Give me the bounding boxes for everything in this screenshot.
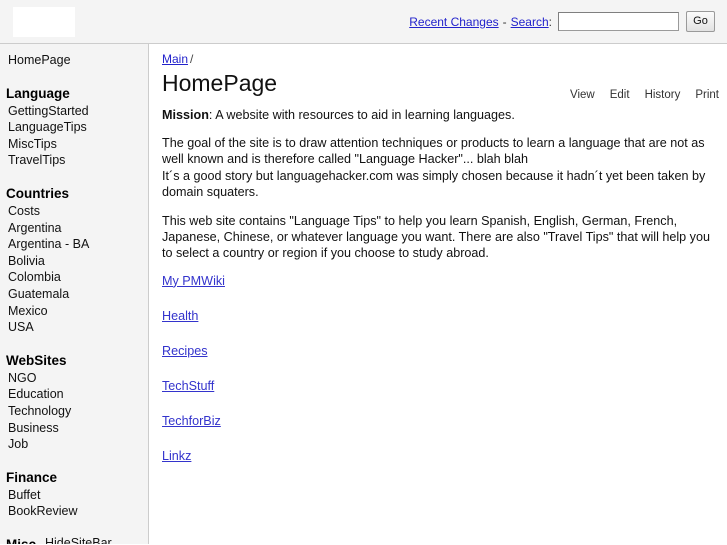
sidebar-item-business[interactable]: Business bbox=[0, 420, 148, 437]
goal-text-line2: It´s a good story but languagehacker.com… bbox=[162, 168, 706, 199]
header-separator: - bbox=[502, 14, 507, 29]
link-my-pmwiki[interactable]: My PMWiki bbox=[162, 274, 225, 288]
link-health[interactable]: Health bbox=[162, 309, 198, 323]
sidebar-item-colombia[interactable]: Colombia bbox=[0, 269, 148, 286]
sidebar-item-gettingstarted[interactable]: GettingStarted bbox=[0, 103, 148, 120]
sidebar-item-bolivia[interactable]: Bolivia bbox=[0, 253, 148, 270]
mission-label: Mission bbox=[162, 108, 209, 122]
action-history[interactable]: History bbox=[645, 89, 681, 101]
search-input[interactable] bbox=[558, 12, 679, 31]
sidebar-heading-finance: Finance bbox=[6, 469, 58, 485]
sidebar-item-ngo[interactable]: NGO bbox=[0, 370, 148, 387]
search-link[interactable]: Search bbox=[511, 15, 549, 29]
sidebar-group-finance: Finance Buffet BookReview bbox=[0, 469, 148, 520]
sidebar-group-websites: WebSites NGO Education Technology Busine… bbox=[0, 352, 148, 453]
content-link-list: My PMWiki Health Recipes TechStuff Techf… bbox=[162, 274, 717, 463]
recent-changes-link[interactable]: Recent Changes bbox=[409, 15, 498, 29]
tips-paragraph: This web site contains "Language Tips" t… bbox=[162, 214, 710, 261]
search-colon: : bbox=[548, 14, 552, 29]
action-view[interactable]: View bbox=[570, 89, 595, 101]
action-print[interactable]: Print bbox=[695, 89, 719, 101]
sidebar-item-bookreview[interactable]: BookReview bbox=[0, 503, 148, 520]
link-techstuff[interactable]: TechStuff bbox=[162, 379, 214, 393]
action-edit[interactable]: Edit bbox=[610, 89, 630, 101]
sidebar-item-argentina[interactable]: Argentina bbox=[0, 220, 148, 237]
breadcrumb: Main / bbox=[162, 52, 717, 67]
sidebar-item-guatemala[interactable]: Guatemala bbox=[0, 286, 148, 303]
goal-paragraph: The goal of the site is to draw attentio… bbox=[162, 135, 717, 200]
sidebar: HomePage Language GettingStarted Languag… bbox=[0, 44, 149, 544]
site-header: Recent Changes - Search : Go bbox=[0, 0, 727, 44]
main-content: View Edit History Print Main / HomePage M… bbox=[149, 44, 727, 544]
sidebar-item-technology[interactable]: Technology bbox=[0, 403, 148, 420]
page-actions: View Edit History Print bbox=[570, 89, 719, 101]
goal-text-line1: The goal of the site is to draw attentio… bbox=[162, 136, 705, 167]
sidebar-item-argentina-ba[interactable]: Argentina - BA bbox=[0, 236, 148, 253]
link-recipes[interactable]: Recipes bbox=[162, 344, 208, 358]
sidebar-heading-countries: Countries bbox=[6, 185, 70, 201]
mission-paragraph: Mission: A website with resources to aid… bbox=[162, 107, 717, 123]
page-body: HomePage Language GettingStarted Languag… bbox=[0, 44, 727, 544]
sidebar-item-job[interactable]: Job bbox=[0, 436, 148, 453]
sidebar-item-mexico[interactable]: Mexico bbox=[0, 303, 148, 320]
link-linkz[interactable]: Linkz bbox=[162, 449, 191, 463]
link-techforbiz[interactable]: TechforBiz bbox=[162, 414, 221, 428]
sidebar-group-countries: Countries Costs Argentina Argentina - BA… bbox=[0, 185, 148, 336]
go-button[interactable]: Go bbox=[686, 11, 715, 32]
sidebar-item-clipped[interactable]: HideSiteBar bbox=[45, 536, 112, 544]
sidebar-item-buffet[interactable]: Buffet bbox=[0, 487, 148, 504]
sidebar-item-homepage[interactable]: HomePage bbox=[0, 52, 148, 69]
sidebar-item-traveltips[interactable]: TravelTips bbox=[0, 152, 148, 169]
sidebar-heading-websites: WebSites bbox=[6, 352, 67, 368]
site-logo[interactable] bbox=[13, 6, 75, 37]
breadcrumb-main-link[interactable]: Main bbox=[162, 52, 188, 66]
sidebar-item-languagetips[interactable]: LanguageTips bbox=[0, 119, 148, 136]
sidebar-heading-language: Language bbox=[6, 85, 70, 101]
sidebar-item-costs[interactable]: Costs bbox=[0, 203, 148, 220]
sidebar-group-language: Language GettingStarted LanguageTips Mis… bbox=[0, 85, 148, 169]
header-nav: Recent Changes - Search : Go bbox=[409, 11, 717, 32]
sidebar-item-usa[interactable]: USA bbox=[0, 319, 148, 336]
sidebar-item-misctips[interactable]: MiscTips bbox=[0, 136, 148, 153]
wiki-page: Recent Changes - Search : Go HomePage La… bbox=[0, 0, 727, 545]
mission-text: : A website with resources to aid in lea… bbox=[208, 108, 515, 122]
sidebar-item-education[interactable]: Education bbox=[0, 386, 148, 403]
breadcrumb-separator: / bbox=[190, 52, 194, 66]
